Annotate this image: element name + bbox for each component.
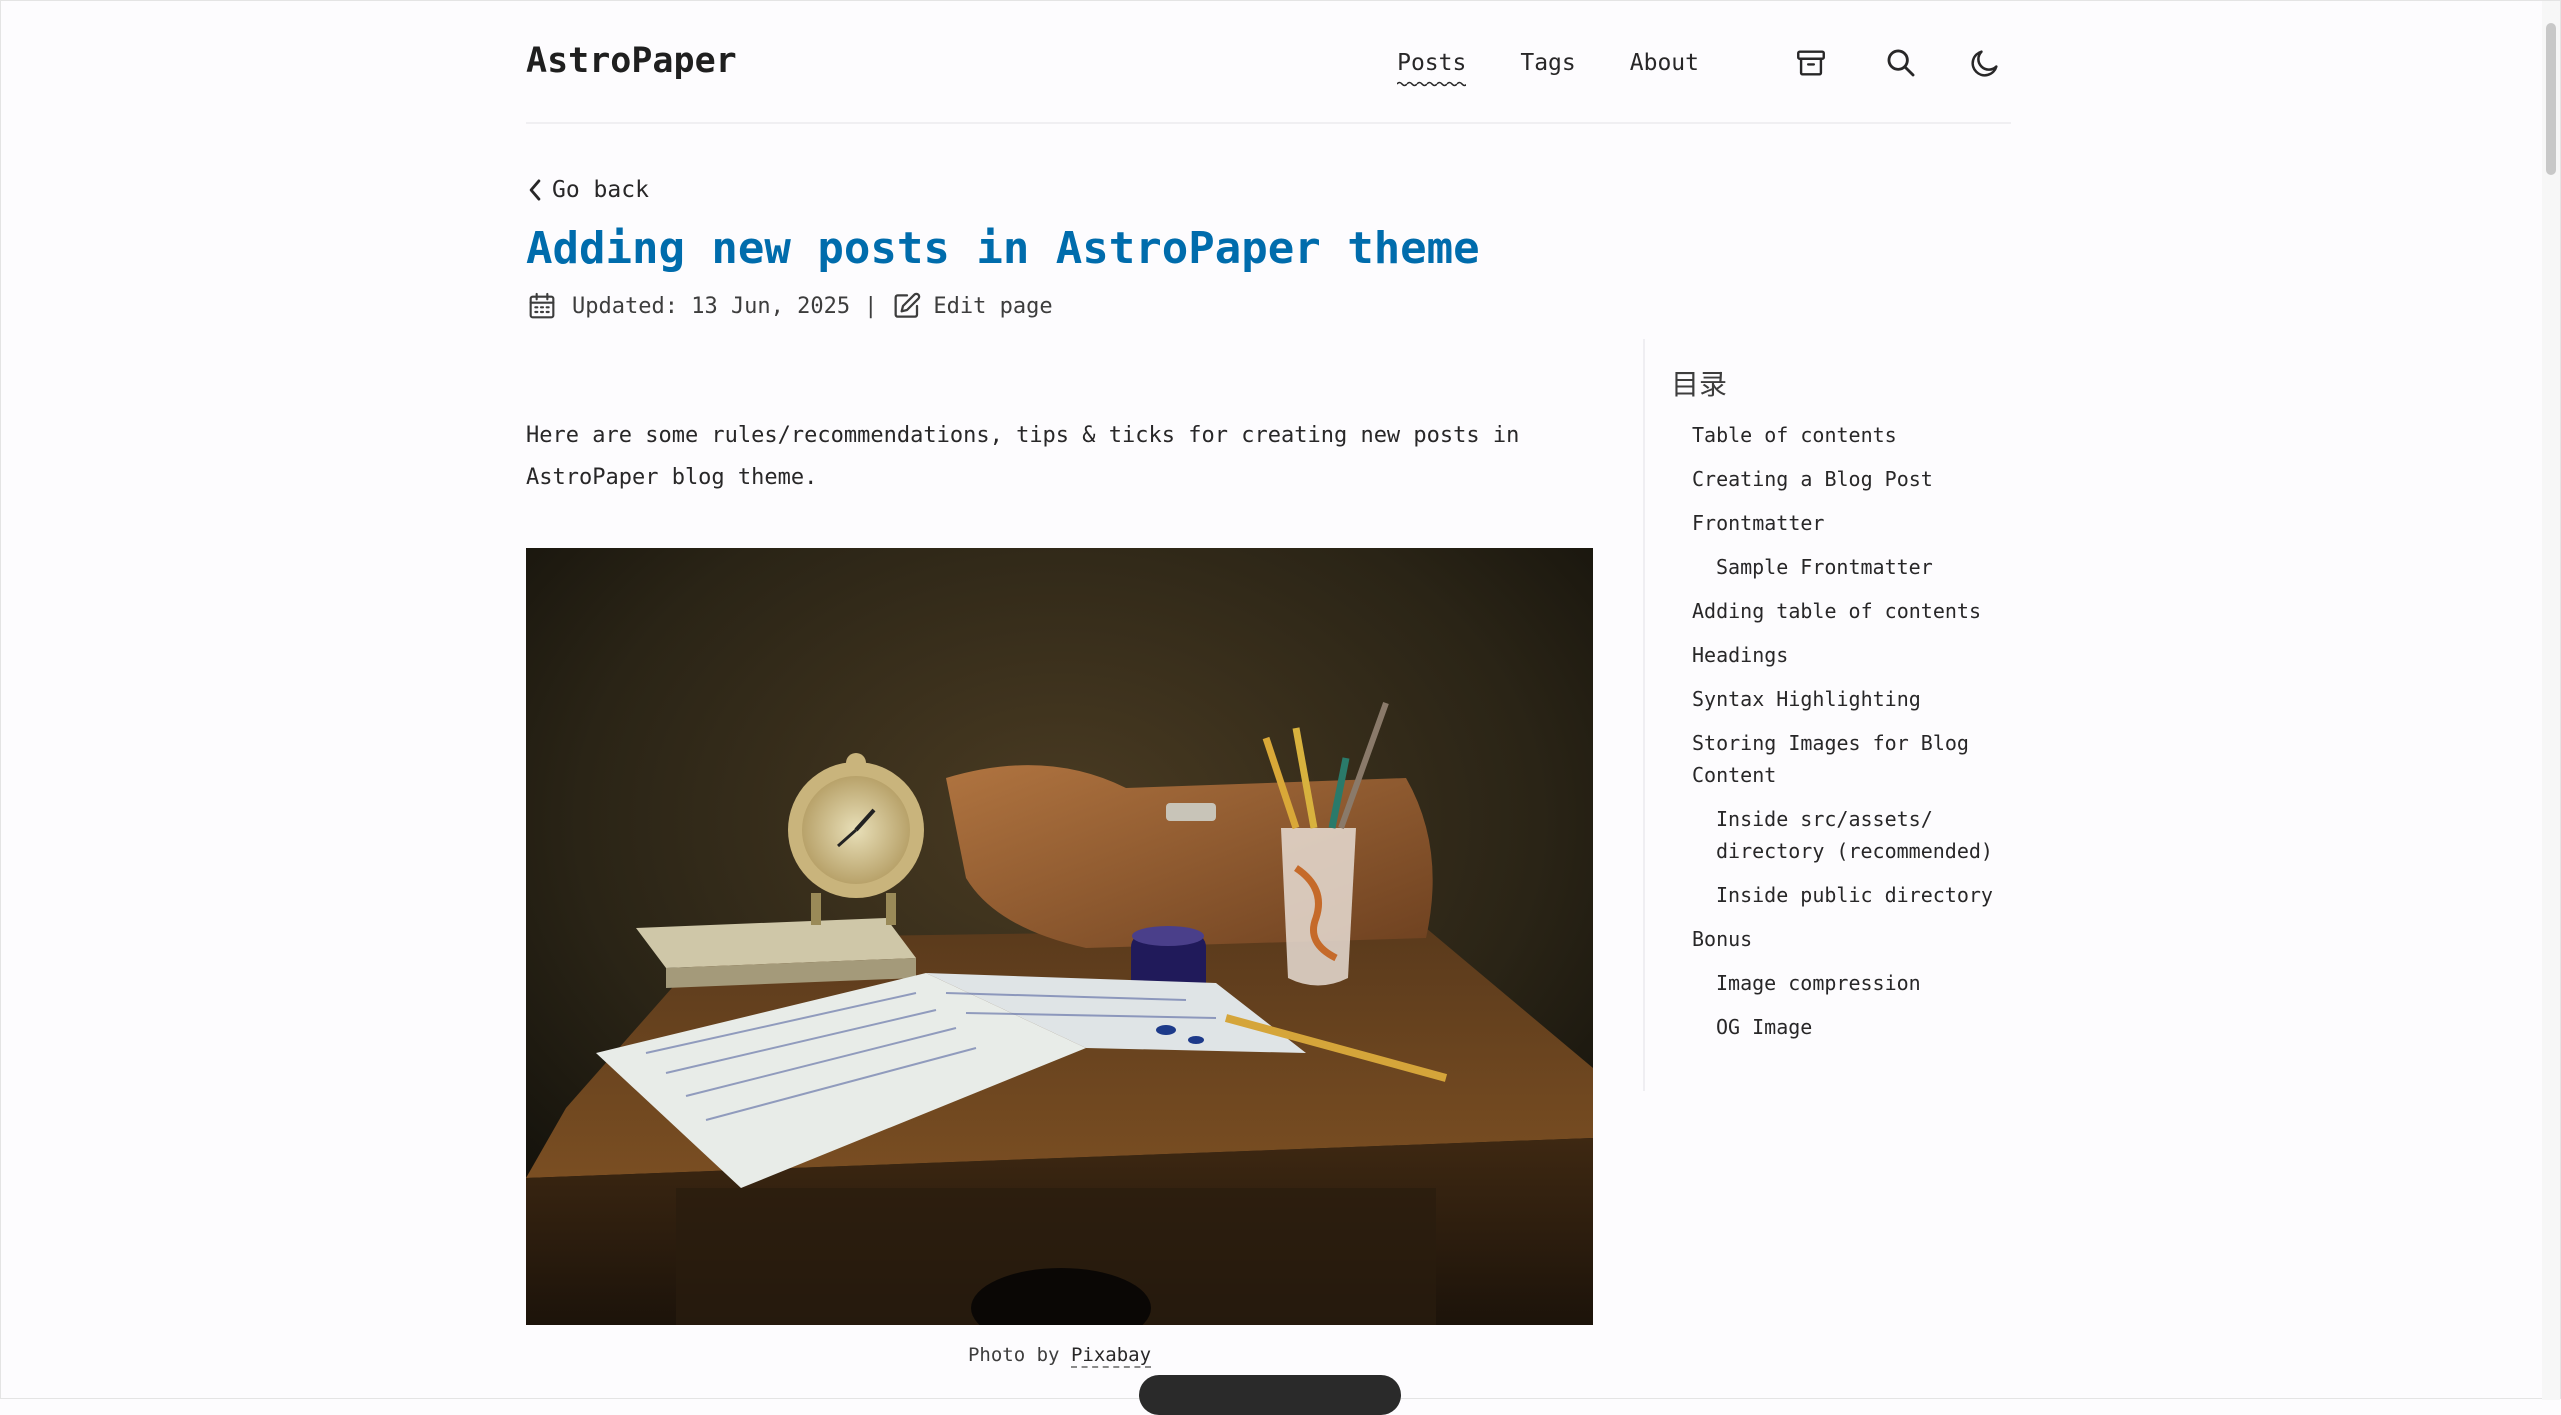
edit-page-link[interactable]: Edit page (891, 290, 1053, 322)
main-nav: Posts Tags About (1397, 37, 2011, 89)
chevron-left-icon (529, 179, 541, 201)
search-icon[interactable] (1875, 37, 1927, 89)
scrollbar-thumb[interactable] (2546, 23, 2556, 175)
toc-subitem[interactable]: OG Image (1692, 1011, 2012, 1043)
toc-list: Table of contents Creating a Blog Post F… (1692, 419, 2012, 1055)
toc-subitem[interactable]: Image compression (1692, 967, 2012, 999)
toc-item[interactable]: Frontmatter (1692, 507, 2012, 539)
post-intro: Here are some rules/recommendations, tip… (526, 423, 1520, 490)
theme-toggle-moon-icon[interactable] (1959, 37, 2011, 89)
caption-prefix: Photo by (967, 1344, 1060, 1366)
toc-subitem[interactable]: Sample Frontmatter (1692, 551, 2012, 583)
nav-posts-link[interactable]: Posts (1397, 37, 1467, 89)
toc-item[interactable]: Syntax Highlighting (1692, 683, 2012, 715)
toc-item[interactable]: Table of contents (1692, 419, 2012, 451)
toc-subitem[interactable]: Inside public directory (1692, 879, 2012, 911)
image-caption: Photo by Pixabay (526, 1344, 1593, 1368)
hero-image (526, 548, 1593, 1325)
site-logo-link[interactable]: AstroPaper (526, 41, 737, 81)
go-back-button[interactable]: Go back (526, 177, 649, 203)
toc-subitem[interactable]: Inside src/assets/ directory (recommende… (1692, 803, 2012, 867)
post-title: Adding new posts in AstroPaper theme (526, 223, 1480, 274)
caption-pixabay-link[interactable]: Pixabay (1070, 1344, 1152, 1368)
nav-tags-link[interactable]: Tags (1520, 37, 1575, 89)
meta-separator: | (864, 293, 878, 319)
calendar-icon (529, 292, 555, 319)
table-of-contents: 目录 Table of contents Creating a Blog Pos… (1643, 339, 2013, 1091)
archive-icon[interactable] (1785, 37, 1837, 89)
page-scrollbar[interactable] (2542, 1, 2560, 1400)
floating-toolbar[interactable] (1139, 1375, 1401, 1415)
go-back-label: Go back (552, 177, 649, 203)
toc-item[interactable]: Headings (1692, 639, 2012, 671)
edit-icon (894, 292, 921, 318)
post-meta: Updated: 13 Jun, 2025 | Edit page (526, 290, 1053, 322)
toc-item[interactable]: Bonus (1692, 923, 2012, 955)
updated-date: Updated: 13 Jun, 2025 (572, 293, 851, 319)
toc-item[interactable]: Adding table of contents (1692, 595, 2012, 627)
nav-about-link[interactable]: About (1630, 37, 1699, 89)
page: AstroPaper Posts Tags About Go back Addi… (0, 0, 2561, 1415)
edit-page-label: Edit page (933, 293, 1053, 319)
toc-title: 目录 (1671, 368, 1728, 401)
site-header: AstroPaper Posts Tags About (526, 1, 2011, 124)
toc-item[interactable]: Storing Images for Blog Content (1692, 727, 2012, 791)
toc-item[interactable]: Creating a Blog Post (1692, 463, 2012, 495)
